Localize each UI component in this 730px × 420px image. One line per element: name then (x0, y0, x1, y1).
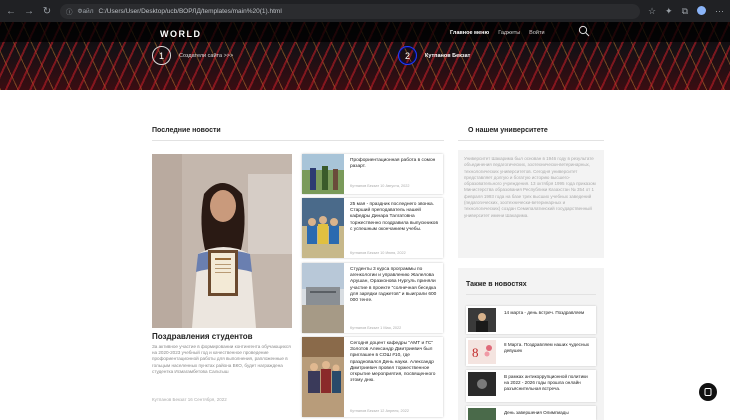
also-news-title: 14 марта - день встреч. Поздравляем (504, 310, 585, 315)
about-text: Университет Шакарима был основан в 1946 … (464, 156, 596, 218)
slide-caption: Кутпанов Бекзат (425, 52, 471, 59)
feature-photo[interactable] (152, 154, 292, 328)
site-logo[interactable]: WORLD (160, 29, 202, 39)
slide-number: 2 (398, 46, 417, 65)
news-meta: Кутпанов Бекзат 10 Июня, 2022 (350, 251, 406, 255)
news-card[interactable]: Студенты 3 курса программы по агенкологи… (302, 263, 443, 333)
site-header: WORLD Главное меню Гаджеты Войти 1 Созда… (0, 22, 730, 90)
news-thumbnail (302, 198, 344, 258)
back-icon[interactable]: ← (6, 6, 16, 17)
slide-caption: Создатели сайта >>> (179, 52, 234, 59)
feature-text: За активное участие в формировании конти… (152, 344, 291, 374)
news-thumbnail (468, 308, 496, 332)
news-thumbnail (302, 337, 344, 417)
browser-toolbar: ← → ↻ ⓘ Файл C:/Users/User/Desktop/ucb/В… (0, 0, 730, 22)
chat-icon (704, 388, 712, 396)
news-title: 25 мая - праздник последнего звонка. Ста… (350, 202, 439, 232)
news-card[interactable]: Профориентационная работа в сомон разарт… (302, 154, 443, 194)
news-card[interactable]: Сегодня доцент кафедры "АМТ и ГС" Золото… (302, 337, 443, 417)
news-thumbnail (302, 154, 344, 194)
profile-avatar[interactable] (697, 5, 706, 15)
url-text: C:/Users/User/Desktop/ucb/ВОРЛД/template… (98, 7, 282, 15)
feature-meta: Кутпанов Бекзат 16 Сентября, 2022 (152, 397, 227, 402)
main-nav: Главное меню Гаджеты Войти (450, 30, 545, 36)
url-scheme-label: Файл (77, 7, 94, 15)
divider (458, 140, 604, 141)
news-meta: Кутпанов Бекзат 10 Августа, 2022 (350, 184, 410, 188)
also-news-item[interactable]: День завершения Олимпиады (466, 406, 596, 420)
extensions-icon[interactable]: ✦ (665, 6, 673, 17)
also-news-item[interactable]: В рамках антикоррупционной политики на 2… (466, 370, 596, 402)
nav-login[interactable]: Войти (529, 30, 544, 36)
reload-icon[interactable]: ↻ (42, 6, 52, 17)
news-title: Сегодня доцент кафедры "АМТ и ГС" Золото… (350, 341, 436, 384)
news-title: Студенты 3 курса программы по агенкологи… (350, 267, 437, 304)
also-news-title: В рамках антикоррупционной политики на 2… (504, 374, 588, 391)
address-bar[interactable]: ⓘ Файл C:/Users/User/Desktop/ucb/ВОРЛД/t… (60, 3, 640, 19)
also-news-item[interactable]: 8 8 Марта. Поздравляем наших чудесных де… (466, 338, 596, 366)
svg-text:8: 8 (472, 345, 479, 360)
header-bar (0, 22, 730, 42)
news-meta: Кутпанов Бекзат 1 Мая, 2022 (350, 326, 402, 330)
news-meta: Кутпанов Бекзат 12 Апреля, 2022 (350, 409, 409, 413)
divider (466, 294, 596, 295)
chat-button[interactable] (699, 383, 717, 401)
forward-icon[interactable]: → (24, 6, 34, 17)
news-title: Профориентационная работа в сомон разарт… (350, 158, 436, 170)
news-thumbnail (302, 263, 344, 333)
also-news-title: День завершения Олимпиады (504, 410, 569, 415)
slider-item-creators[interactable]: 1 Создатели сайта >>> (152, 46, 233, 65)
news-card[interactable]: 25 мая - праздник последнего звонка. Ста… (302, 198, 443, 258)
also-news-heading: Также в новостях (466, 281, 527, 288)
divider (152, 140, 444, 141)
collections-icon[interactable]: ⧉ (682, 6, 688, 17)
also-news-item[interactable]: 14 марта - день встреч. Поздравляем (466, 306, 596, 334)
feature-title[interactable]: Поздравления студентов (152, 332, 253, 341)
also-news-title: 8 Марта. Поздравляем наших чудесных деву… (504, 342, 590, 353)
slider-item-author[interactable]: 2 Кутпанов Бекзат (398, 46, 470, 65)
info-icon: ⓘ (66, 9, 73, 16)
news-thumbnail (468, 408, 496, 420)
about-heading: О нашем университете (468, 127, 548, 134)
menu-dots-icon[interactable]: ⋯ (715, 6, 724, 17)
news-thumbnail: 8 (468, 340, 496, 364)
news-thumbnail (468, 372, 496, 396)
slide-number: 1 (152, 46, 171, 65)
bookmark-star-icon[interactable]: ☆ (648, 6, 656, 17)
nav-gadgets[interactable]: Гаджеты (498, 30, 520, 36)
latest-news-heading: Последние новости (152, 127, 221, 134)
about-panel: Университет Шакарима был основан в 1946 … (458, 150, 604, 258)
nav-main-menu[interactable]: Главное меню (450, 30, 489, 36)
search-icon[interactable] (578, 25, 590, 37)
